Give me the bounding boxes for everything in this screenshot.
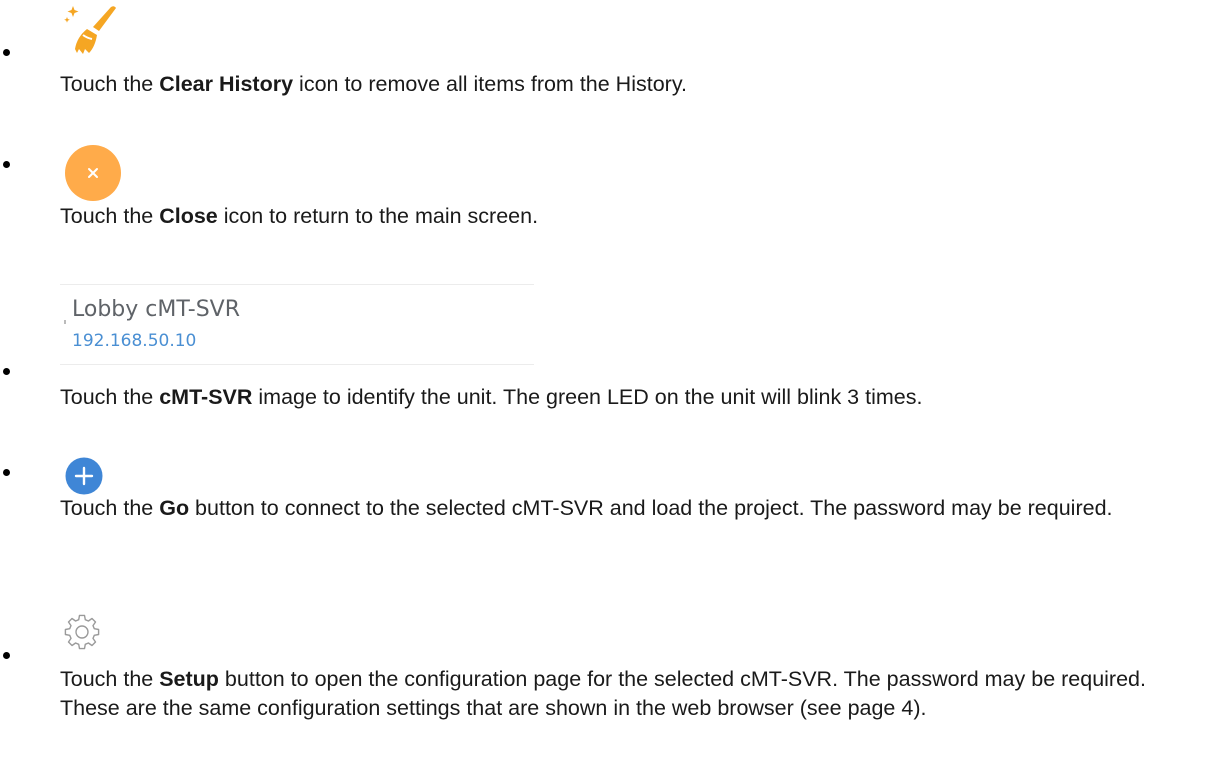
- card-marker: [64, 320, 66, 324]
- item-text: Touch the Close icon to return to the ma…: [60, 204, 539, 228]
- bullet: [3, 469, 10, 476]
- device-ip: 192.168.50.10: [72, 331, 197, 351]
- bullet: [3, 161, 10, 168]
- list-item-close: Touch the Close icon to return to the ma…: [0, 130, 1214, 240]
- item-text: Touch the Go button to connect to the se…: [60, 496, 1113, 520]
- broom-icon[interactable]: [59, 3, 121, 55]
- instruction-list: Touch the Clear History icon to remove a…: [0, 0, 1214, 784]
- item-text: Touch the Clear History icon to remove a…: [60, 72, 687, 96]
- bullet: [3, 652, 10, 659]
- list-item-go: Touch the Go button to connect to the se…: [0, 450, 1214, 595]
- close-icon[interactable]: [64, 144, 122, 202]
- item-text: Touch the Setup button to open the confi…: [60, 667, 1146, 720]
- plus-icon[interactable]: [65, 457, 103, 495]
- bullet: [3, 368, 10, 375]
- list-item-setup: Touch the Setup button to open the confi…: [0, 605, 1214, 784]
- item-text: Touch the cMT-SVR image to identify the …: [60, 385, 923, 409]
- gear-icon[interactable]: [63, 613, 101, 651]
- list-item-cmt-svr: Lobby cMT-SVR 192.168.50.10 Touch the cM…: [0, 280, 1214, 425]
- bullet: [3, 49, 10, 56]
- list-item-clear-history: Touch the Clear History icon to remove a…: [0, 0, 1214, 110]
- device-name: Lobby cMT-SVR: [72, 297, 241, 322]
- cmt-svr-card[interactable]: Lobby cMT-SVR 192.168.50.10: [60, 284, 534, 365]
